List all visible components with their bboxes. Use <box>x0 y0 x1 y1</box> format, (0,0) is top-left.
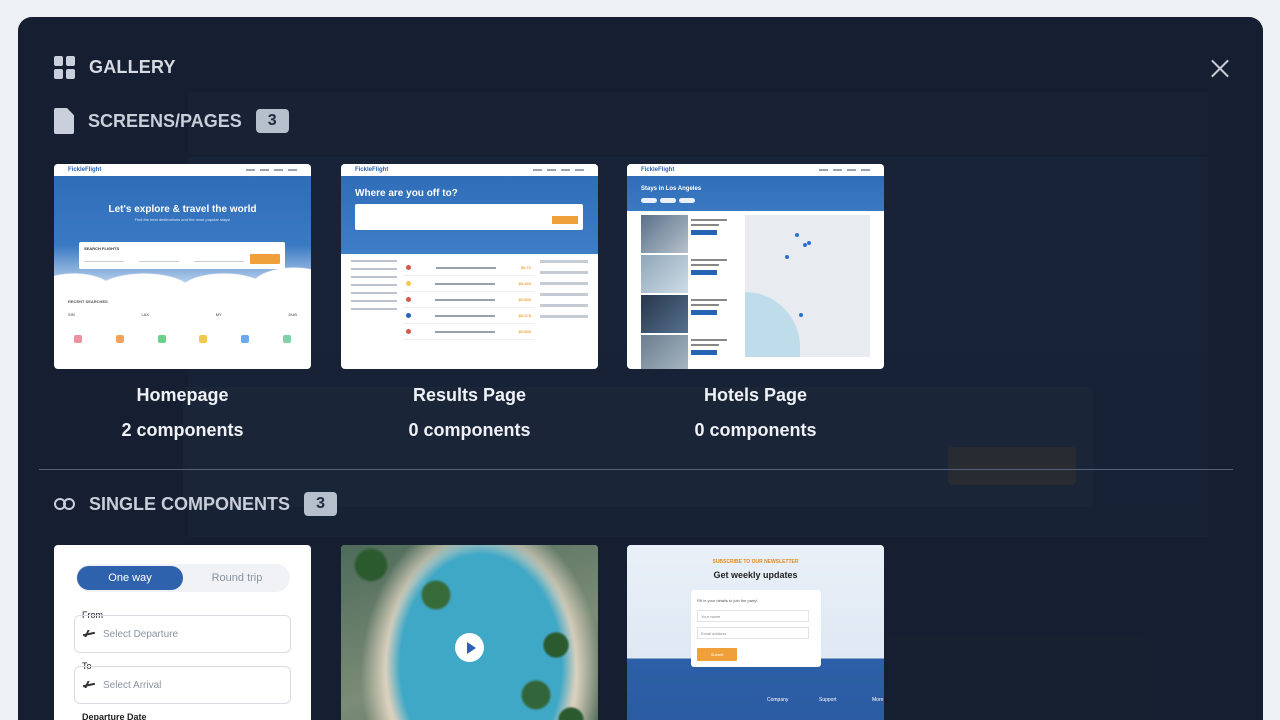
price: $0.850 <box>518 329 531 334</box>
results-preview-list: $0.72 $0.460 $0.850 $0.478 $0.850 <box>403 260 534 340</box>
hotels-preview-map <box>745 215 870 357</box>
close-icon[interactable] <box>1208 56 1232 80</box>
document-icon <box>54 108 74 134</box>
homepage-preview-flights: SIN LAX MY DUB <box>68 312 297 317</box>
hotels-preview-list <box>641 215 741 369</box>
screens-section-header: SCREENS/PAGES 3 <box>54 108 289 134</box>
screen-thumbnail-hotels[interactable]: FickleFlight Stays in Los Angeles <box>627 164 884 369</box>
results-preview-logo: FickleFlight <box>355 167 389 173</box>
hotels-preview-hero: Stays in Los Angeles <box>627 176 884 211</box>
homepage-preview-clouds <box>54 261 311 291</box>
component-thumbnail-video[interactable] <box>341 545 598 720</box>
newsletter-kicker: SUBSCRIBE TO OUR NEWSLETTER <box>712 559 799 565</box>
price: $0.850 <box>518 297 531 302</box>
resort-aerial-image <box>341 545 598 720</box>
screen-name: Results Page <box>412 385 527 405</box>
price: $0.72 <box>520 265 531 270</box>
newsletter-submit: Submit <box>697 648 737 661</box>
hotels-preview-logo: FickleFlight <box>641 167 675 173</box>
departure-date-label: Departure Date <box>82 712 147 720</box>
link-icon <box>54 498 75 510</box>
play-icon <box>455 633 484 662</box>
components-count-badge: 3 <box>304 492 338 516</box>
takeoff-icon <box>83 629 95 639</box>
price: $0.460 <box>518 281 531 286</box>
results-preview-body: $0.72 $0.460 $0.850 $0.478 $0.850 <box>341 254 598 346</box>
arrival-placeholder: Select Arrival <box>103 679 162 691</box>
flight-code: DUB <box>288 312 297 317</box>
screen-component-count: 0 components <box>694 420 817 440</box>
screen-thumbnail-results[interactable]: FickleFlight Where are you off to? $0.72… <box>341 164 598 369</box>
newsletter-email-field: Email address <box>697 627 809 639</box>
footer-company: Company <box>767 697 789 703</box>
price: $0.478 <box>518 313 531 318</box>
hotels-preview-links <box>819 169 870 171</box>
screen-name: Homepage <box>136 385 229 405</box>
component-thumbnail-newsletter[interactable]: SUBSCRIBE TO OUR NEWSLETTER Get weekly u… <box>627 545 884 720</box>
flight-code: LAX <box>141 312 149 317</box>
screen-component-count: 2 components <box>121 420 244 440</box>
homepage-preview-search-label: SEARCH FLIGHTS <box>84 246 120 251</box>
departure-placeholder: Select Departure <box>103 628 179 640</box>
homepage-preview-nav: FickleFlight <box>54 164 311 176</box>
gallery-title: GALLERY <box>89 57 176 77</box>
newsletter-preview: SUBSCRIBE TO OUR NEWSLETTER Get weekly u… <box>627 545 884 720</box>
screen-component-count: 0 components <box>408 420 531 440</box>
homepage-preview-categories <box>68 335 297 343</box>
footer-more: More <box>872 697 884 703</box>
newsletter-title: Get weekly updates <box>713 570 798 580</box>
landing-icon <box>83 680 95 690</box>
results-preview-sidebar <box>540 260 588 340</box>
flight-code: SIN <box>68 312 75 317</box>
results-preview-nav: FickleFlight <box>341 164 598 176</box>
departure-field: Select Departure <box>74 615 291 653</box>
newsletter-prompt: Fill in your details to join the party! <box>697 598 758 603</box>
components-section-header: SINGLE COMPONENTS 3 <box>54 492 338 516</box>
screen-name: Hotels Page <box>703 385 808 405</box>
results-preview-links <box>533 169 584 171</box>
hotels-preview-nav: FickleFlight <box>627 164 884 176</box>
components-section-title: SINGLE COMPONENTS <box>89 493 291 514</box>
section-divider <box>39 469 1233 470</box>
round-trip-tab: Round trip <box>211 572 263 584</box>
homepage-preview-recent-label: RECENT SEARCHES <box>68 299 108 304</box>
hotels-preview-headline: Stays in Los Angeles <box>641 186 702 192</box>
gallery-header: GALLERY <box>54 56 176 79</box>
results-preview-form <box>355 204 583 230</box>
homepage-preview-subline: Find the best destinations and the most … <box>134 217 231 222</box>
flight-code: MY <box>215 312 222 317</box>
trip-type-toggle: One way Round trip <box>76 564 290 592</box>
screens-count-badge: 3 <box>255 109 289 133</box>
screens-section-title: SCREENS/PAGES <box>88 110 242 131</box>
results-preview-headline: Where are you off to? <box>355 188 458 199</box>
component-thumbnail-flight-form[interactable]: One way Round trip From Select Departure… <box>54 545 311 720</box>
homepage-preview-hero: Let's explore & travel the world Find th… <box>54 176 311 291</box>
homepage-preview-links <box>246 169 297 171</box>
results-preview-filters <box>351 260 397 340</box>
hotels-preview-body <box>627 211 884 369</box>
arrival-field: Select Arrival <box>74 666 291 704</box>
newsletter-name-field: Your name <box>697 610 809 622</box>
homepage-preview-headline: Let's explore & travel the world <box>108 204 257 215</box>
newsletter-form: Fill in your details to join the party! … <box>691 590 821 667</box>
homepage-preview-logo: FickleFlight <box>68 167 102 173</box>
one-way-tab: One way <box>77 566 183 590</box>
homepage-preview-body: RECENT SEARCHES SIN LAX MY DUB <box>54 291 311 351</box>
footer-support: Support <box>819 697 837 703</box>
screen-thumbnail-homepage[interactable]: FickleFlight Let's explore & travel the … <box>54 164 311 369</box>
grid-icon <box>54 56 75 79</box>
results-preview-hero: Where are you off to? <box>341 176 598 254</box>
